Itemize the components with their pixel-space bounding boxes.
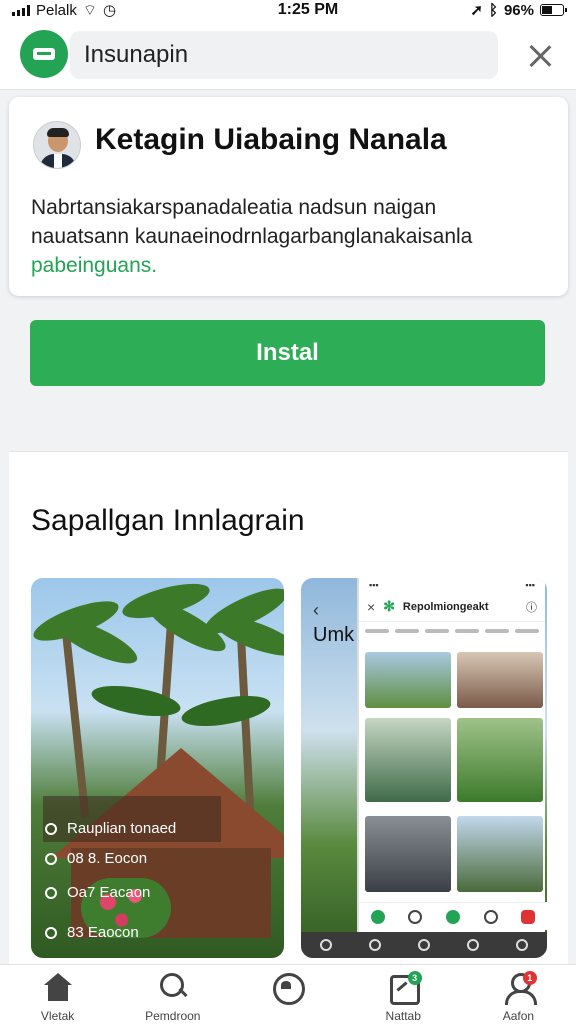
phone-nav xyxy=(359,902,547,930)
battery-percent: 96% xyxy=(503,1,534,19)
updates-badge: 3 xyxy=(407,971,422,985)
profile-badge: 1 xyxy=(522,971,537,985)
search-icon xyxy=(156,973,190,1003)
overlay-icon xyxy=(45,822,57,835)
overlay-row-3-text: 83 Eaocon xyxy=(67,924,139,941)
bluetooth-icon: ᛒ xyxy=(488,1,498,19)
chat-icon xyxy=(45,852,57,865)
overlay-row-2: Oa7 Eacaon xyxy=(45,884,150,901)
nav-item-updates[interactable]: 3 Nattab xyxy=(346,965,461,1024)
nav-label-profile: Aafon xyxy=(502,1009,535,1023)
top-bar: Insunapin xyxy=(0,20,576,90)
status-time: 1:25 PM xyxy=(277,1,339,18)
nav-item-profile[interactable]: 1 Aafon xyxy=(461,965,576,1024)
overlay-title-row: Rauplian tonaed xyxy=(45,820,176,837)
wifi-icon: ⌔ xyxy=(82,1,97,19)
phone-header: × ✻ Repolmiongeakt ⓘ xyxy=(359,592,545,622)
location-icon: ➚ xyxy=(470,2,483,19)
signal-icon xyxy=(12,4,30,16)
phone-status-bar: ▪▪▪ ▪▪▪ xyxy=(359,578,545,592)
status-bar: Pelalk ⌔ ◷ 1:25 PM ➚ ᛒ 96% xyxy=(0,0,576,20)
overlay-row-3: 83 Eaocon xyxy=(45,924,139,941)
phone-logo-icon: ✻ xyxy=(383,598,395,614)
overlay-row-1: 08 8. Eocon xyxy=(45,850,147,867)
bottom-nav: Vletak Pemdroon 3 Nattab 1 Aafon xyxy=(0,964,576,1024)
description-line-1: Nabrtansiakarspanadaleatia nadsun naigan xyxy=(31,196,437,219)
status-right: ➚ ᛒ 96% xyxy=(384,1,567,19)
nav-label-home: Vletak xyxy=(40,1009,75,1023)
install-button[interactable]: Instal xyxy=(30,320,545,386)
screenshot-2[interactable]: ‹ Umk ▪▪▪ ▪▪▪ × ✻ Repolmiongeakt ⓘ xyxy=(301,578,547,958)
phone-system-nav xyxy=(301,932,547,958)
phone-info-icon: ⓘ xyxy=(526,601,537,614)
screenshot-1[interactable]: Rauplian tonaed 08 8. Eocon Oa7 Eacaon 8… xyxy=(31,578,284,958)
search-input[interactable]: Insunapin xyxy=(70,31,498,79)
back-icon: ‹ xyxy=(313,600,319,620)
close-icon[interactable] xyxy=(524,40,556,72)
nav-label-updates: Nattab xyxy=(385,1009,421,1023)
nav-item-home[interactable]: Vletak xyxy=(0,965,115,1024)
overlay-row-1-text: 08 8. Eocon xyxy=(67,850,148,867)
nav-label-search: Pemdroon xyxy=(145,1009,201,1023)
nav-item-search[interactable]: Pemdroon xyxy=(115,965,230,1024)
app-logo-icon[interactable] xyxy=(20,30,68,78)
battery-icon xyxy=(540,4,567,16)
screenshots-title: Sapallgan Innlagrain xyxy=(31,504,305,537)
app-info-card: Ketagin Uiabaing Nanala Nabrtansiakarspa… xyxy=(9,97,568,296)
status-left: Pelalk ⌔ ◷ xyxy=(12,1,212,20)
app-description: Nabrtansiakarspanadaleatia nadsun naigan… xyxy=(31,193,551,280)
description-link[interactable]: pabeinguans. xyxy=(31,251,551,280)
description-line-2: nauatsann kaunaeinodrnlagarbanglanakaisa… xyxy=(31,225,473,248)
phone-title: Repolmiongeakt xyxy=(402,600,489,613)
developer-avatar[interactable] xyxy=(33,121,81,169)
phone-tabs xyxy=(359,622,545,640)
app-title: Ketagin Uiabaing Nanala xyxy=(95,123,447,156)
phone-close-icon: × xyxy=(367,598,376,615)
screenshots-section: Sapallgan Innlagrain Rauplian tonaed 08 … xyxy=(9,451,568,971)
comment-icon xyxy=(45,886,57,899)
alarm-icon: ◷ xyxy=(102,2,117,19)
home-icon xyxy=(41,973,75,1003)
overlay-row-2-text: Oa7 Eacaon xyxy=(67,884,151,901)
nav-item-chat[interactable] xyxy=(230,965,345,1024)
chat-icon xyxy=(271,973,305,1005)
phone-mockup: ▪▪▪ ▪▪▪ × ✻ Repolmiongeakt ⓘ xyxy=(357,578,547,958)
overlay-title: Rauplian tonaed xyxy=(67,820,177,837)
heart-icon xyxy=(45,926,57,939)
screenshot-2-partial-text: Umk xyxy=(313,624,355,646)
search-input-value: Insunapin xyxy=(84,41,189,68)
carrier-label: Pelalk xyxy=(36,1,77,19)
